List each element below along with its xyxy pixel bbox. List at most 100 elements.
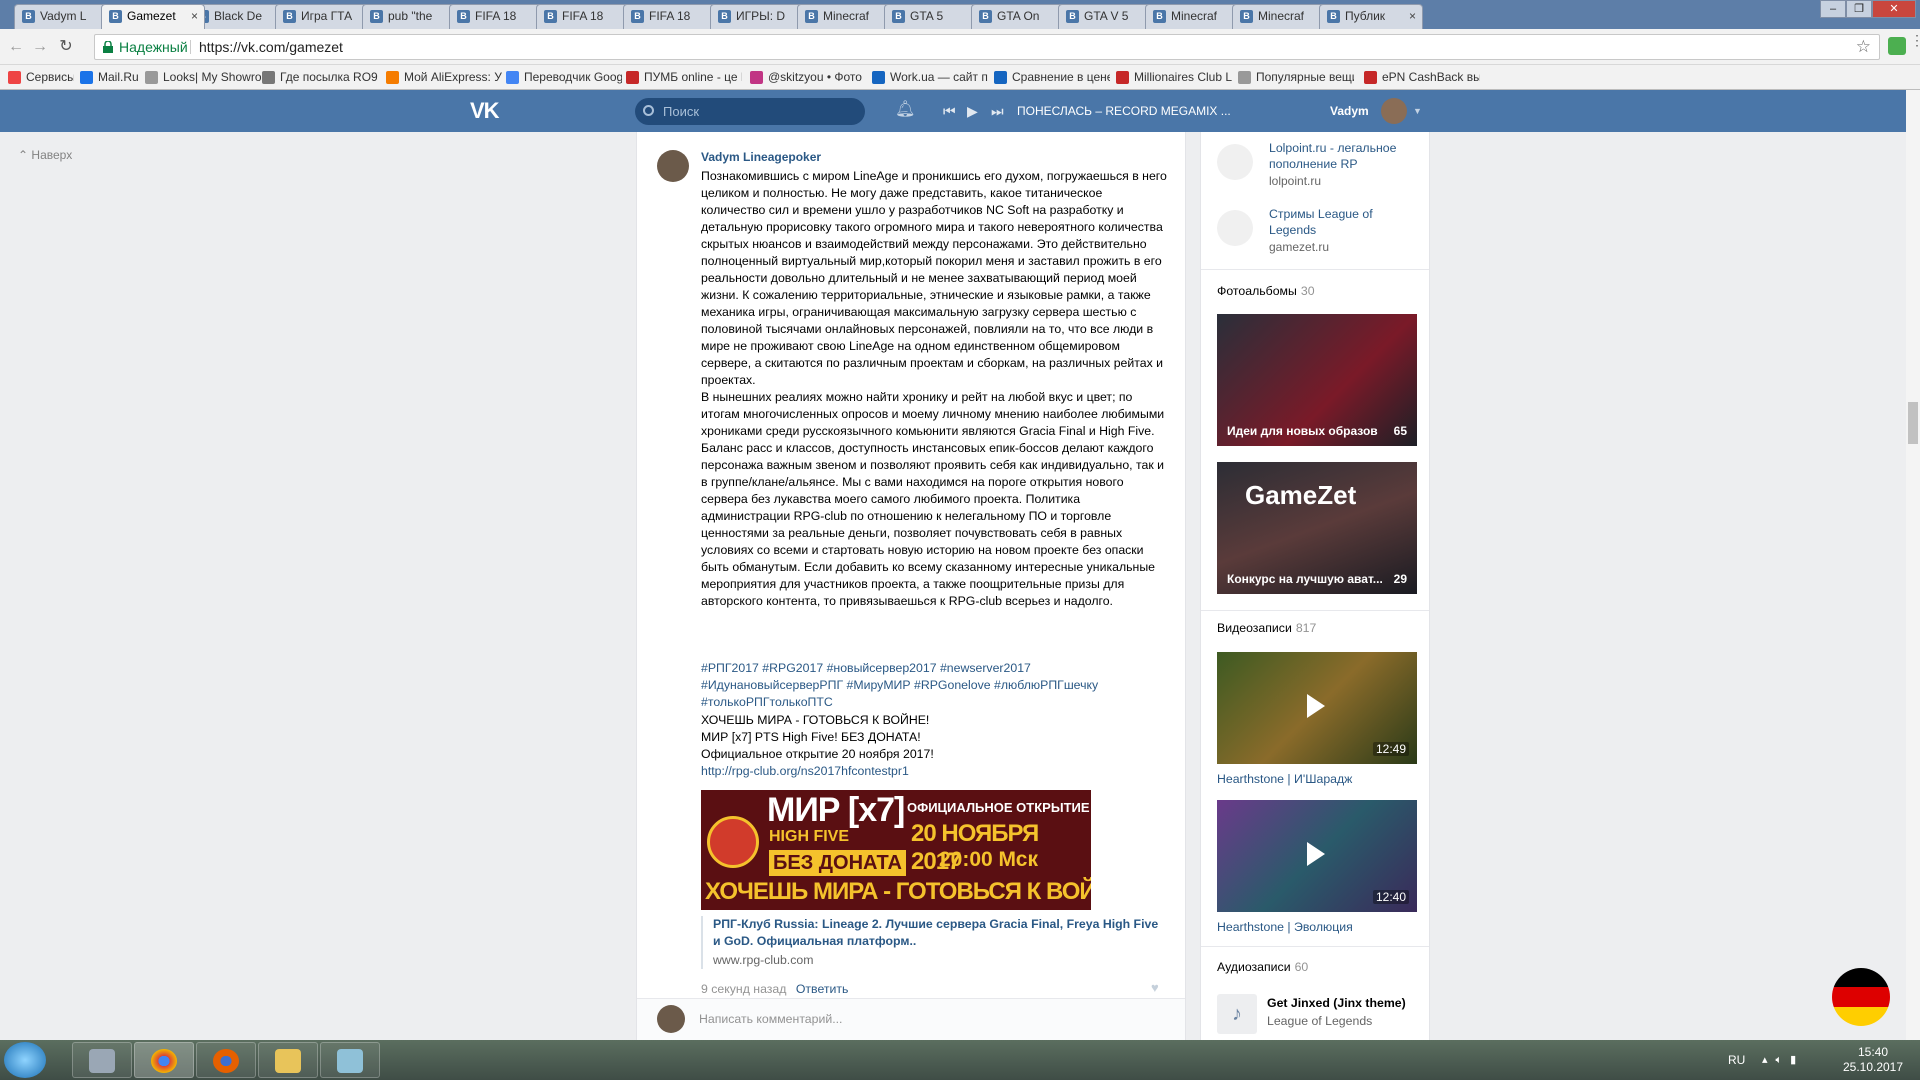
play-icon[interactable]: ▶ xyxy=(967,90,978,132)
chevron-up-icon[interactable]: ▴ xyxy=(1762,1054,1776,1066)
post-time[interactable]: 9 секунд назад xyxy=(701,982,786,996)
video-title[interactable]: Hearthstone | Эволюция xyxy=(1217,920,1353,934)
start-button[interactable] xyxy=(4,1042,46,1078)
volume-icon[interactable]: 🔈︎ xyxy=(1776,1054,1791,1066)
album-count: 65 xyxy=(1393,424,1407,438)
url-text[interactable]: https://vk.com/gamezet xyxy=(199,35,343,59)
taskbar-chrome[interactable] xyxy=(134,1042,194,1078)
clock-time: 15:40 xyxy=(1857,1045,1889,1059)
audio-artist[interactable]: League of Legends xyxy=(1267,1014,1372,1028)
bookmark-item[interactable]: @skitzyou • Фото и в xyxy=(750,65,866,90)
sidebar-link-lolpoint[interactable]: Lolpoint.ru - легальное пополнение RP lo… xyxy=(1217,140,1419,188)
taskbar-firefox[interactable] xyxy=(196,1042,256,1078)
notifications-bell-icon[interactable]: 🔔︎ xyxy=(895,102,915,118)
vk-icon: В xyxy=(718,10,731,23)
system-tray[interactable]: ▴🔈︎▮ xyxy=(1762,1040,1804,1080)
profile-name[interactable]: Vadym xyxy=(1330,90,1369,132)
extension-icon[interactable] xyxy=(1888,37,1906,55)
link-url: lolpoint.ru xyxy=(1269,174,1322,188)
videos-header[interactable]: Видеозаписи 817 xyxy=(1217,621,1316,635)
language-indicator[interactable]: RU xyxy=(1728,1040,1745,1080)
close-tab-icon[interactable]: × xyxy=(191,5,198,28)
bookmark-label: Переводчик Google xyxy=(524,70,622,84)
scroll-to-top-label: Наверх xyxy=(31,148,73,162)
clock-date: 25.10.2017 xyxy=(1842,1060,1904,1074)
reload-icon[interactable]: ↻ xyxy=(56,37,76,57)
post-author[interactable]: Vadym Lineagepoker xyxy=(701,150,821,164)
album-thumb-contest[interactable]: GameZet Конкурс на лучшую ават... 29 xyxy=(1217,462,1417,594)
taskbar-clock[interactable]: 15:40 25.10.2017 xyxy=(1838,1045,1908,1075)
post-banner-image[interactable]: МИР [x7] HIGH FIVE БЕЗ ДОНАТА ОФИЦИАЛЬНО… xyxy=(701,790,1091,910)
promo-link[interactable]: http://rpg-club.org/ns2017hfcontestpr1 xyxy=(701,763,1161,780)
back-icon[interactable]: ← xyxy=(6,37,26,57)
maximize-button[interactable]: ❐ xyxy=(1846,0,1872,18)
bookmark-favicon-icon xyxy=(145,71,158,84)
link-url: gamezet.ru xyxy=(1269,240,1330,254)
bookmark-item[interactable]: Looks| My Showroom xyxy=(145,65,261,90)
link-snippet[interactable]: РПГ-Клуб Russia: Lineage 2. Лучшие серве… xyxy=(701,916,1161,969)
chevron-down-icon[interactable]: ▼ xyxy=(1413,90,1422,132)
search-input[interactable]: Поиск xyxy=(635,98,865,125)
album-thumb-ideas[interactable]: Идеи для новых образов 65 xyxy=(1217,314,1417,446)
tab-label: Vadym L xyxy=(40,9,87,23)
bookmark-item[interactable]: ePN CashBack выгод xyxy=(1364,65,1480,90)
post-text: Познакомившись с миром LineAge и проникш… xyxy=(701,168,1167,610)
browser-menu-icon[interactable]: ⋮ xyxy=(1910,33,1920,47)
comment-input[interactable]: Написать комментарий... xyxy=(699,999,842,1039)
now-playing-title[interactable]: ПОНЕСЛАСЬ – RECORD MEGAMIX ... xyxy=(1017,90,1231,132)
taskbar-app[interactable] xyxy=(320,1042,380,1078)
avatar[interactable] xyxy=(1381,98,1407,124)
close-tab-icon[interactable]: × xyxy=(1409,5,1416,28)
network-icon[interactable]: ▮ xyxy=(1790,1054,1804,1066)
scrollbar-thumb[interactable] xyxy=(1908,402,1918,444)
reply-button[interactable]: Ответить xyxy=(796,982,849,996)
german-flag-icon[interactable] xyxy=(1832,968,1890,1026)
page-scrollbar[interactable] xyxy=(1906,90,1920,1040)
audio-count: 60 xyxy=(1294,960,1309,974)
bookmark-item[interactable]: Мой AliExpress: Упра xyxy=(386,65,502,90)
bookmark-favicon-icon xyxy=(1238,71,1251,84)
tab-label: GTA V 5 xyxy=(1084,9,1129,23)
scroll-to-top-button[interactable]: ⌃ Наверх xyxy=(18,148,72,162)
bookmark-item[interactable]: Сервисы xyxy=(8,65,74,90)
close-window-button[interactable]: ✕ xyxy=(1872,0,1916,18)
bookmark-item[interactable]: ПУМБ online - це Ва xyxy=(626,65,742,90)
albums-header[interactable]: Фотоальбомы 30 xyxy=(1217,284,1315,298)
play-icon[interactable] xyxy=(1307,694,1325,718)
post-author-avatar[interactable] xyxy=(657,150,689,182)
bookmark-item[interactable]: Сравнение в цене, н xyxy=(994,65,1110,90)
forward-icon[interactable]: → xyxy=(30,37,50,57)
bookmark-label: @skitzyou • Фото и в xyxy=(768,70,866,84)
video-thumb[interactable]: 12:40 xyxy=(1217,800,1417,912)
post-paragraph: Познакомившись с миром LineAge и проникш… xyxy=(701,169,1167,387)
videos-label: Видеозаписи xyxy=(1217,621,1292,635)
address-bar[interactable]: Надежный https://vk.com/gamezet ☆ xyxy=(94,34,1880,60)
tab-active[interactable]: В Gamezet × xyxy=(101,4,205,29)
minimize-button[interactable]: – xyxy=(1820,0,1846,18)
vk-logo[interactable]: VK xyxy=(470,98,500,124)
bookmark-item[interactable]: Переводчик Google xyxy=(506,65,622,90)
snippet-title[interactable]: РПГ-Клуб Russia: Lineage 2. Лучшие серве… xyxy=(713,916,1161,950)
bookmark-star-icon[interactable]: ☆ xyxy=(1856,37,1871,57)
taskbar-explorer[interactable] xyxy=(258,1042,318,1078)
bookmarks-bar: Сервисы Mail.Ru Looks| My Showroom Где посы… xyxy=(0,65,1920,90)
tab[interactable]: В Публик × xyxy=(1319,4,1423,29)
next-track-icon[interactable]: ⏭︎ xyxy=(991,90,1004,132)
link-title[interactable]: Стримы League of Legends xyxy=(1269,206,1419,238)
video-title[interactable]: Hearthstone | И'Шарадж xyxy=(1217,772,1352,786)
music-note-icon[interactable]: ♪ xyxy=(1217,994,1257,1034)
link-title[interactable]: Lolpoint.ru - легальное пополнение RP xyxy=(1269,140,1419,172)
bookmark-item[interactable]: Millionaires Club Lou xyxy=(1116,65,1232,90)
previous-track-icon[interactable]: ⏮︎ xyxy=(943,90,956,132)
post-hashtags[interactable]: #РПГ2017 #RPG2017 #новыйсервер2017 #news… xyxy=(701,660,1161,711)
audio-header[interactable]: Аудиозаписи 60 xyxy=(1217,960,1308,974)
sidebar-link-streams[interactable]: Стримы League of Legends gamezet.ru xyxy=(1217,206,1419,254)
audio-track[interactable]: ♪ Get Jinxed (Jinx theme) League of Lege… xyxy=(1217,994,1417,1034)
like-heart-icon[interactable]: ♥ xyxy=(1151,980,1159,995)
bookmark-item[interactable]: Work.ua — сайт пои xyxy=(872,65,988,90)
bookmark-item[interactable]: Популярные вещи - xyxy=(1238,65,1354,90)
play-icon[interactable] xyxy=(1307,842,1325,866)
taskbar-calculator[interactable] xyxy=(72,1042,132,1078)
video-thumb[interactable]: 12:49 xyxy=(1217,652,1417,764)
bookmark-item[interactable]: Где посылка RO9157 xyxy=(262,65,378,90)
